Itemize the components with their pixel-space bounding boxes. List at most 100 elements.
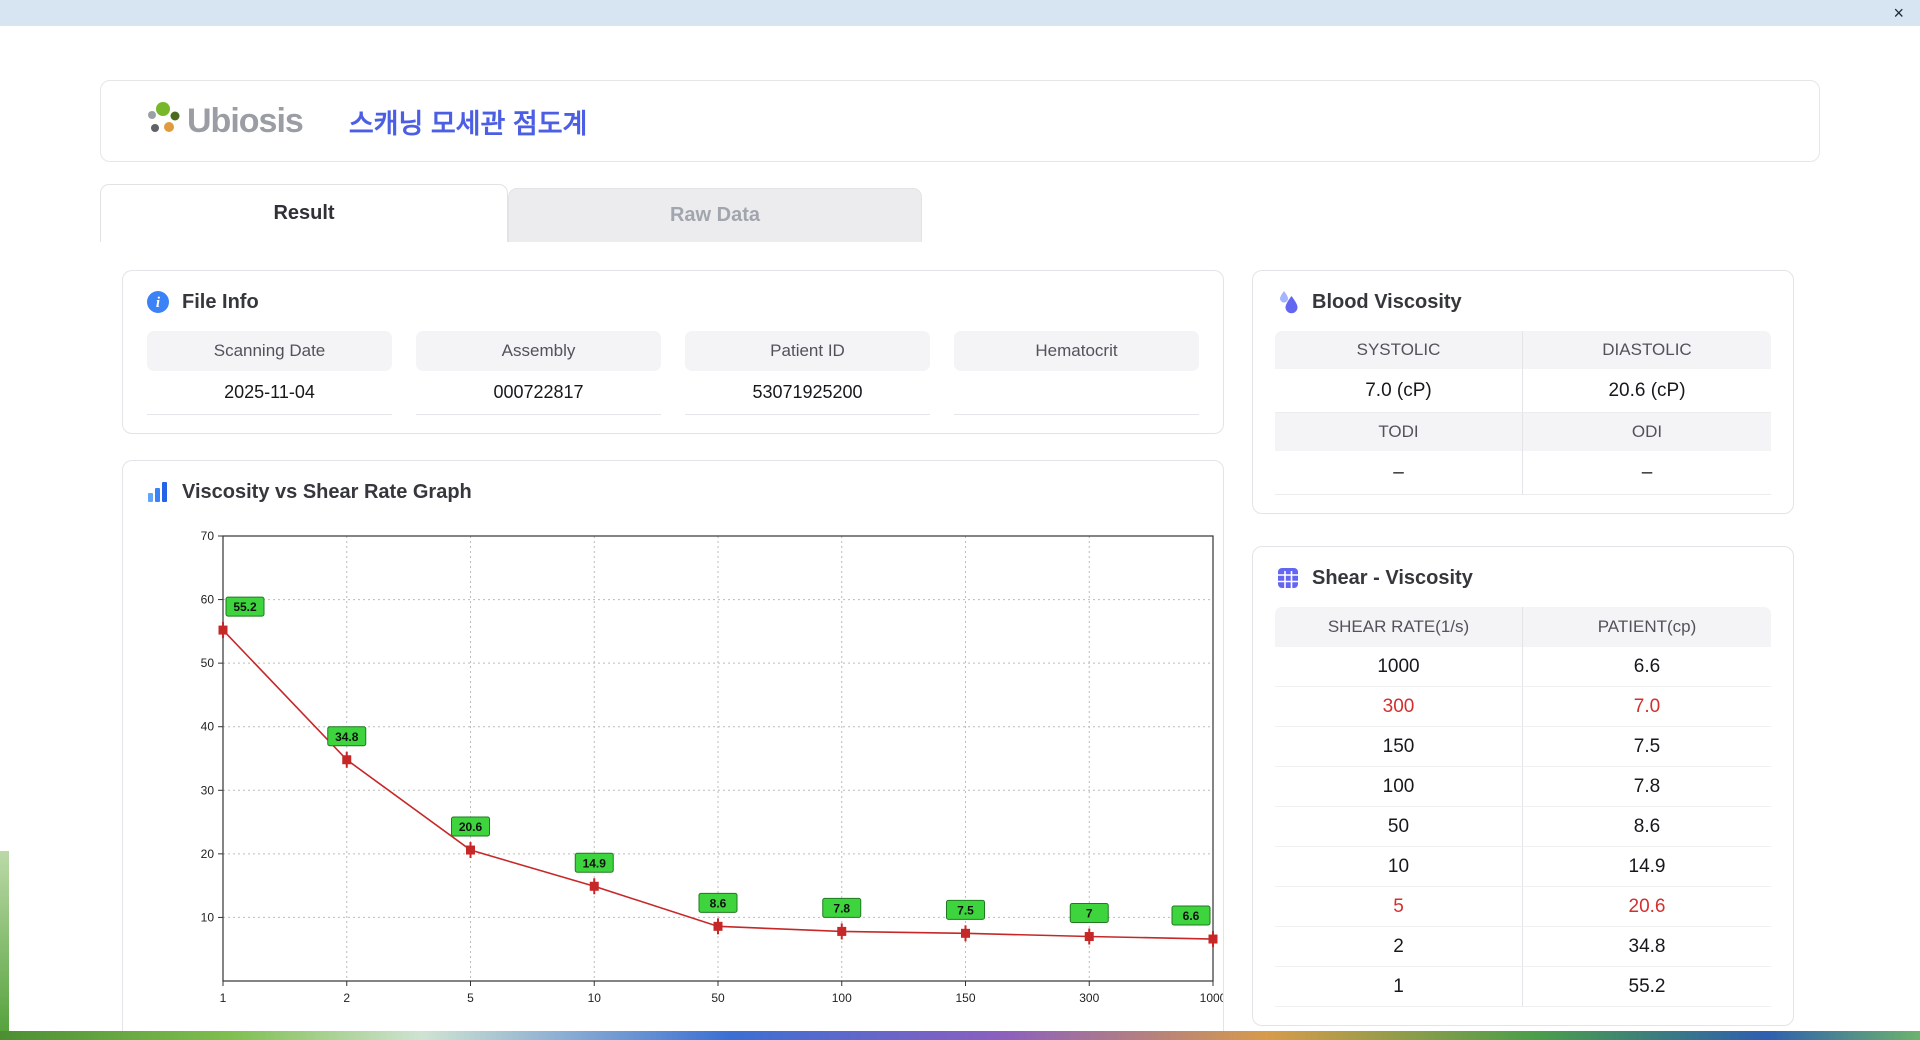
svg-text:1: 1 (220, 991, 227, 1005)
svg-text:40: 40 (201, 720, 215, 734)
close-icon[interactable]: × (1893, 4, 1904, 22)
shear-rate-cell: 50 (1275, 807, 1523, 846)
tab-result[interactable]: Result (100, 184, 508, 242)
odi-label: ODI (1523, 413, 1771, 451)
patient-cell: 7.0 (1633, 695, 1661, 717)
svg-text:60: 60 (201, 593, 215, 607)
shear-rate-cell: 300 (1275, 687, 1523, 726)
patient-cell: 6.6 (1633, 655, 1661, 677)
shear-rate-cell: 5 (1275, 887, 1523, 926)
file-info-card: i File Info Scanning Date 2025-11-04 Ass… (122, 270, 1224, 434)
table-header-row: SHEAR RATE(1/s) PATIENT(cp) (1275, 607, 1771, 647)
shear-viscosity-card: Shear - Viscosity SHEAR RATE(1/s) PATIEN… (1252, 546, 1794, 1026)
field-patient-id: Patient ID 53071925200 (685, 331, 930, 415)
svg-text:5: 5 (467, 991, 474, 1005)
field-label: Scanning Date (147, 331, 392, 371)
svg-text:55.2: 55.2 (233, 600, 257, 614)
svg-text:10: 10 (201, 910, 215, 924)
tab-raw-data[interactable]: Raw Data (508, 188, 922, 242)
tab-bar: Result Raw Data (100, 184, 1820, 242)
svg-text:10: 10 (588, 991, 602, 1005)
svg-text:8.6: 8.6 (710, 896, 727, 910)
app-window: Ubiosis 스캐닝 모세관 점도계 Result Raw Data i Fi… (0, 26, 1920, 1040)
file-info-title: File Info (182, 290, 259, 313)
patient-cell: 34.8 (1628, 935, 1666, 957)
table-row: 2 34.8 (1275, 927, 1771, 967)
desktop-wallpaper-strip (0, 1031, 1920, 1040)
column-patient: PATIENT(cp) (1597, 617, 1697, 636)
shear-viscosity-header: Shear - Viscosity (1275, 565, 1771, 591)
graph-title: Viscosity vs Shear Rate Graph (182, 480, 472, 503)
shear-rate-cell: 1 (1275, 967, 1523, 1006)
field-label: Patient ID (685, 331, 930, 371)
table-row: 1 55.2 (1275, 967, 1771, 1007)
svg-text:6.6: 6.6 (1183, 909, 1200, 923)
shear-rate-cell: 1000 (1275, 647, 1523, 686)
graph-card: Viscosity vs Shear Rate Graph 10 20 30 40 50… (122, 460, 1227, 1040)
svg-text:50: 50 (201, 656, 215, 670)
shear-rate-cell: 2 (1275, 927, 1523, 966)
file-info-fields: Scanning Date 2025-11-04 Assembly 000722… (145, 331, 1201, 415)
desktop-wallpaper-edge (0, 851, 9, 1031)
svg-text:100: 100 (832, 991, 852, 1005)
svg-text:70: 70 (201, 529, 215, 543)
patient-cell: 7.5 (1633, 735, 1661, 757)
svg-text:14.9: 14.9 (583, 856, 607, 870)
patient-cell: 8.6 (1633, 815, 1661, 837)
todi-value: – (1275, 451, 1523, 495)
patient-cell: 14.9 (1628, 855, 1666, 877)
patient-cell: 20.6 (1628, 895, 1666, 917)
table-row: 50 8.6 (1275, 807, 1771, 847)
svg-text:7: 7 (1086, 907, 1093, 921)
field-value: 2025-11-04 (147, 371, 392, 415)
table-row: 1000 6.6 (1275, 647, 1771, 687)
diastolic-value: 20.6 (cP) (1523, 369, 1771, 413)
ubiosis-logo: Ubiosis (143, 100, 304, 142)
shear-viscosity-title: Shear - Viscosity (1312, 566, 1473, 589)
graph-header: Viscosity vs Shear Rate Graph (145, 479, 1201, 505)
file-info-header: i File Info (145, 289, 1201, 315)
table-row: 10 14.9 (1275, 847, 1771, 887)
logo-dots-icon (143, 100, 185, 142)
logo-text: Ubiosis (187, 101, 304, 140)
svg-text:1000: 1000 (1200, 991, 1223, 1005)
blood-viscosity-header: Blood Viscosity (1275, 289, 1771, 315)
bar-chart-icon (145, 479, 171, 505)
svg-text:20.6: 20.6 (459, 820, 483, 834)
field-assembly: Assembly 000722817 (416, 331, 661, 415)
field-value (954, 371, 1199, 415)
left-column: i File Info Scanning Date 2025-11-04 Ass… (122, 270, 1227, 1040)
window-titlebar: × (0, 0, 1920, 26)
table-row: 5 20.6 (1275, 887, 1771, 927)
field-label: Hematocrit (954, 331, 1199, 371)
shear-viscosity-table: SHEAR RATE(1/s) PATIENT(cp) 1000 6.6 300… (1275, 607, 1771, 1007)
table-row: 300 7.0 (1275, 687, 1771, 727)
app-title: 스캐닝 모세관 점도계 (348, 108, 588, 139)
blood-viscosity-card: Blood Viscosity SYSTOLIC DIASTOLIC 7.0 (… (1252, 270, 1794, 514)
viscosity-shear-chart: 10 20 30 40 50 60 70 1 2 5 10 50 100 150 300 1000 55.2 34… (173, 521, 1227, 1022)
table-row: 150 7.5 (1275, 727, 1771, 767)
patient-cell: 7.8 (1633, 775, 1661, 797)
field-label: Assembly (416, 331, 661, 371)
svg-text:50: 50 (711, 991, 725, 1005)
svg-text:7.8: 7.8 (833, 901, 850, 915)
droplets-icon (1275, 289, 1301, 315)
shear-rate-cell: 150 (1275, 727, 1523, 766)
field-hematocrit: Hematocrit (954, 331, 1199, 415)
grid-table-icon (1275, 565, 1301, 591)
shear-rate-cell: 100 (1275, 767, 1523, 806)
field-value: 53071925200 (685, 371, 930, 415)
systolic-value: 7.0 (cP) (1275, 369, 1523, 413)
svg-text:150: 150 (955, 991, 975, 1005)
systolic-label: SYSTOLIC (1275, 331, 1523, 369)
field-value: 000722817 (416, 371, 661, 415)
svg-text:30: 30 (201, 783, 215, 797)
patient-cell: 55.2 (1628, 975, 1666, 997)
svg-text:7.5: 7.5 (957, 903, 974, 917)
table-row: 100 7.8 (1275, 767, 1771, 807)
todi-label: TODI (1275, 413, 1523, 451)
svg-text:34.8: 34.8 (335, 730, 359, 744)
blood-viscosity-title: Blood Viscosity (1312, 290, 1462, 313)
svg-text:2: 2 (343, 991, 350, 1005)
svg-text:300: 300 (1079, 991, 1099, 1005)
